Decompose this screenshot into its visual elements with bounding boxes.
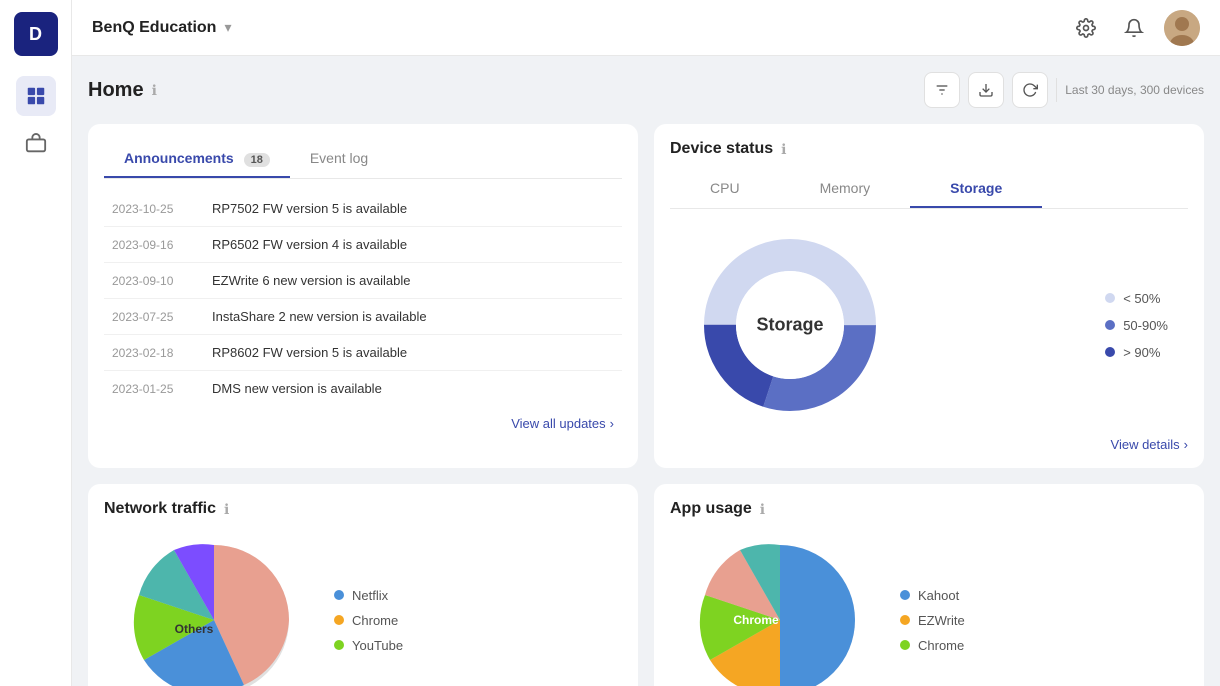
sidebar-item-dashboard[interactable] — [16, 76, 56, 116]
legend-netflix: Netflix — [334, 588, 403, 603]
header: BenQ Education ▾ — [72, 0, 1220, 56]
app-usage-card: App usage ℹ — [654, 484, 1204, 686]
announcements-card: Announcements 18 Event log 2023-10-25 RP… — [88, 124, 638, 468]
page-info-icon[interactable]: ℹ — [152, 82, 157, 99]
avatar[interactable] — [1164, 10, 1200, 46]
ann-date: 2023-09-10 — [112, 274, 192, 288]
tab-cpu[interactable]: CPU — [670, 170, 780, 208]
legend-dot-high — [1105, 347, 1115, 357]
device-status-card: Device status ℹ CPU Memory Storage — [654, 124, 1204, 468]
ann-text: InstaShare 2 new version is available — [212, 309, 427, 324]
main-content: BenQ Education ▾ Home ℹ — [72, 0, 1220, 686]
legend-item-low: < 50% — [1105, 291, 1168, 306]
settings-button[interactable] — [1068, 10, 1104, 46]
legend-chrome: Chrome — [334, 613, 403, 628]
main-grid: Announcements 18 Event log 2023-10-25 RP… — [88, 124, 1204, 686]
announcements-badge: 18 — [244, 153, 270, 167]
list-item: 2023-07-25 InstaShare 2 new version is a… — [104, 299, 622, 335]
page-title-row: Home ℹ — [88, 79, 157, 102]
ann-text: RP6502 FW version 4 is available — [212, 237, 407, 252]
ann-text: DMS new version is available — [212, 381, 382, 396]
legend-dot-mid — [1105, 320, 1115, 330]
ann-date: 2023-01-25 — [112, 382, 192, 396]
list-item: 2023-01-25 DMS new version is available — [104, 371, 622, 406]
legend-kahoot: Kahoot — [900, 588, 965, 603]
ann-date: 2023-02-18 — [112, 346, 192, 360]
sidebar: D — [0, 0, 72, 686]
network-traffic-card: Network traffic ℹ — [88, 484, 638, 686]
network-chart-area: Others Netflix Chrome YouT — [104, 530, 622, 686]
toolbar-divider — [1056, 78, 1057, 102]
device-status-info-icon[interactable]: ℹ — [781, 141, 786, 158]
tab-announcements[interactable]: Announcements 18 — [104, 140, 290, 178]
list-item: 2023-09-16 RP6502 FW version 4 is availa… — [104, 227, 622, 263]
app-usage-pie-label: Chrome — [733, 613, 778, 627]
ann-text: RP8602 FW version 5 is available — [212, 345, 407, 360]
notifications-button[interactable] — [1116, 10, 1152, 46]
tab-event-log[interactable]: Event log — [290, 140, 388, 178]
list-item: 2023-02-18 RP8602 FW version 5 is availa… — [104, 335, 622, 371]
announcements-list: 2023-10-25 RP7502 FW version 5 is availa… — [104, 191, 622, 406]
legend-item-high: > 90% — [1105, 345, 1168, 360]
network-pie-chart: Others — [114, 530, 314, 686]
header-left: BenQ Education ▾ — [92, 19, 231, 37]
legend-item-mid: 50-90% — [1105, 318, 1168, 333]
ann-text: EZWrite 6 new version is available — [212, 273, 410, 288]
ann-text: RP7502 FW version 5 is available — [212, 201, 407, 216]
header-right — [1068, 10, 1200, 46]
storage-donut-label: Storage — [756, 315, 823, 336]
device-status-header: Device status ℹ — [670, 140, 1188, 158]
network-pie-label: Others — [175, 622, 214, 636]
toolbar: Last 30 days, 300 devices — [924, 72, 1204, 108]
logo[interactable]: D — [14, 12, 58, 56]
app-usage-info-icon[interactable]: ℹ — [760, 501, 765, 518]
ann-date: 2023-07-25 — [112, 310, 192, 324]
app-usage-legend: Kahoot EZWrite Chrome — [900, 588, 965, 653]
legend-chrome-app: Chrome — [900, 638, 965, 653]
legend-dot-youtube — [334, 640, 344, 650]
legend-dot-kahoot — [900, 590, 910, 600]
view-details-button[interactable]: View details › — [670, 425, 1188, 452]
page-header: Home ℹ Last 30 days, 300 devices — [88, 72, 1204, 108]
network-legend: Netflix Chrome YouTube — [334, 588, 403, 653]
filter-button[interactable] — [924, 72, 960, 108]
logo-text: D — [29, 24, 42, 45]
device-status-tabs: CPU Memory Storage — [670, 170, 1188, 209]
sidebar-item-devices[interactable] — [16, 124, 56, 164]
chevron-down-icon[interactable]: ▾ — [224, 19, 231, 36]
legend-dot-chrome — [334, 615, 344, 625]
tab-memory[interactable]: Memory — [780, 170, 911, 208]
ann-date: 2023-09-16 — [112, 238, 192, 252]
page-title: Home — [88, 79, 144, 102]
brand-name: BenQ Education — [92, 19, 216, 37]
download-button[interactable] — [968, 72, 1004, 108]
tab-storage[interactable]: Storage — [910, 170, 1042, 208]
view-all-updates-button[interactable]: View all updates › — [104, 406, 622, 431]
app-usage-title: App usage — [670, 500, 752, 518]
legend-dot-low — [1105, 293, 1115, 303]
legend-dot-netflix — [334, 590, 344, 600]
app-usage-chart-area: Chrome Kahoot EZWrite Chro — [670, 530, 1188, 686]
storage-chart-area: Storage < 50% 50-90% > 90% — [670, 225, 1188, 425]
app-usage-header: App usage ℹ — [670, 500, 1188, 518]
legend-dot-chrome-app — [900, 640, 910, 650]
legend-dot-ezwrite — [900, 615, 910, 625]
device-status-title: Device status — [670, 140, 773, 158]
legend-ezwrite: EZWrite — [900, 613, 965, 628]
storage-donut-chart: Storage — [690, 225, 890, 425]
content-area: Home ℹ Last 30 days, 300 devices — [72, 56, 1220, 686]
ann-date: 2023-10-25 — [112, 202, 192, 216]
app-usage-pie-chart: Chrome — [680, 530, 880, 686]
announcements-tabs: Announcements 18 Event log — [104, 140, 622, 179]
list-item: 2023-09-10 EZWrite 6 new version is avai… — [104, 263, 622, 299]
network-traffic-header: Network traffic ℹ — [104, 500, 622, 518]
storage-legend: < 50% 50-90% > 90% — [1105, 291, 1168, 360]
toolbar-date-label: Last 30 days, 300 devices — [1065, 83, 1204, 97]
network-traffic-info-icon[interactable]: ℹ — [224, 501, 229, 518]
refresh-button[interactable] — [1012, 72, 1048, 108]
legend-youtube: YouTube — [334, 638, 403, 653]
network-traffic-title: Network traffic — [104, 500, 216, 518]
list-item: 2023-10-25 RP7502 FW version 5 is availa… — [104, 191, 622, 227]
